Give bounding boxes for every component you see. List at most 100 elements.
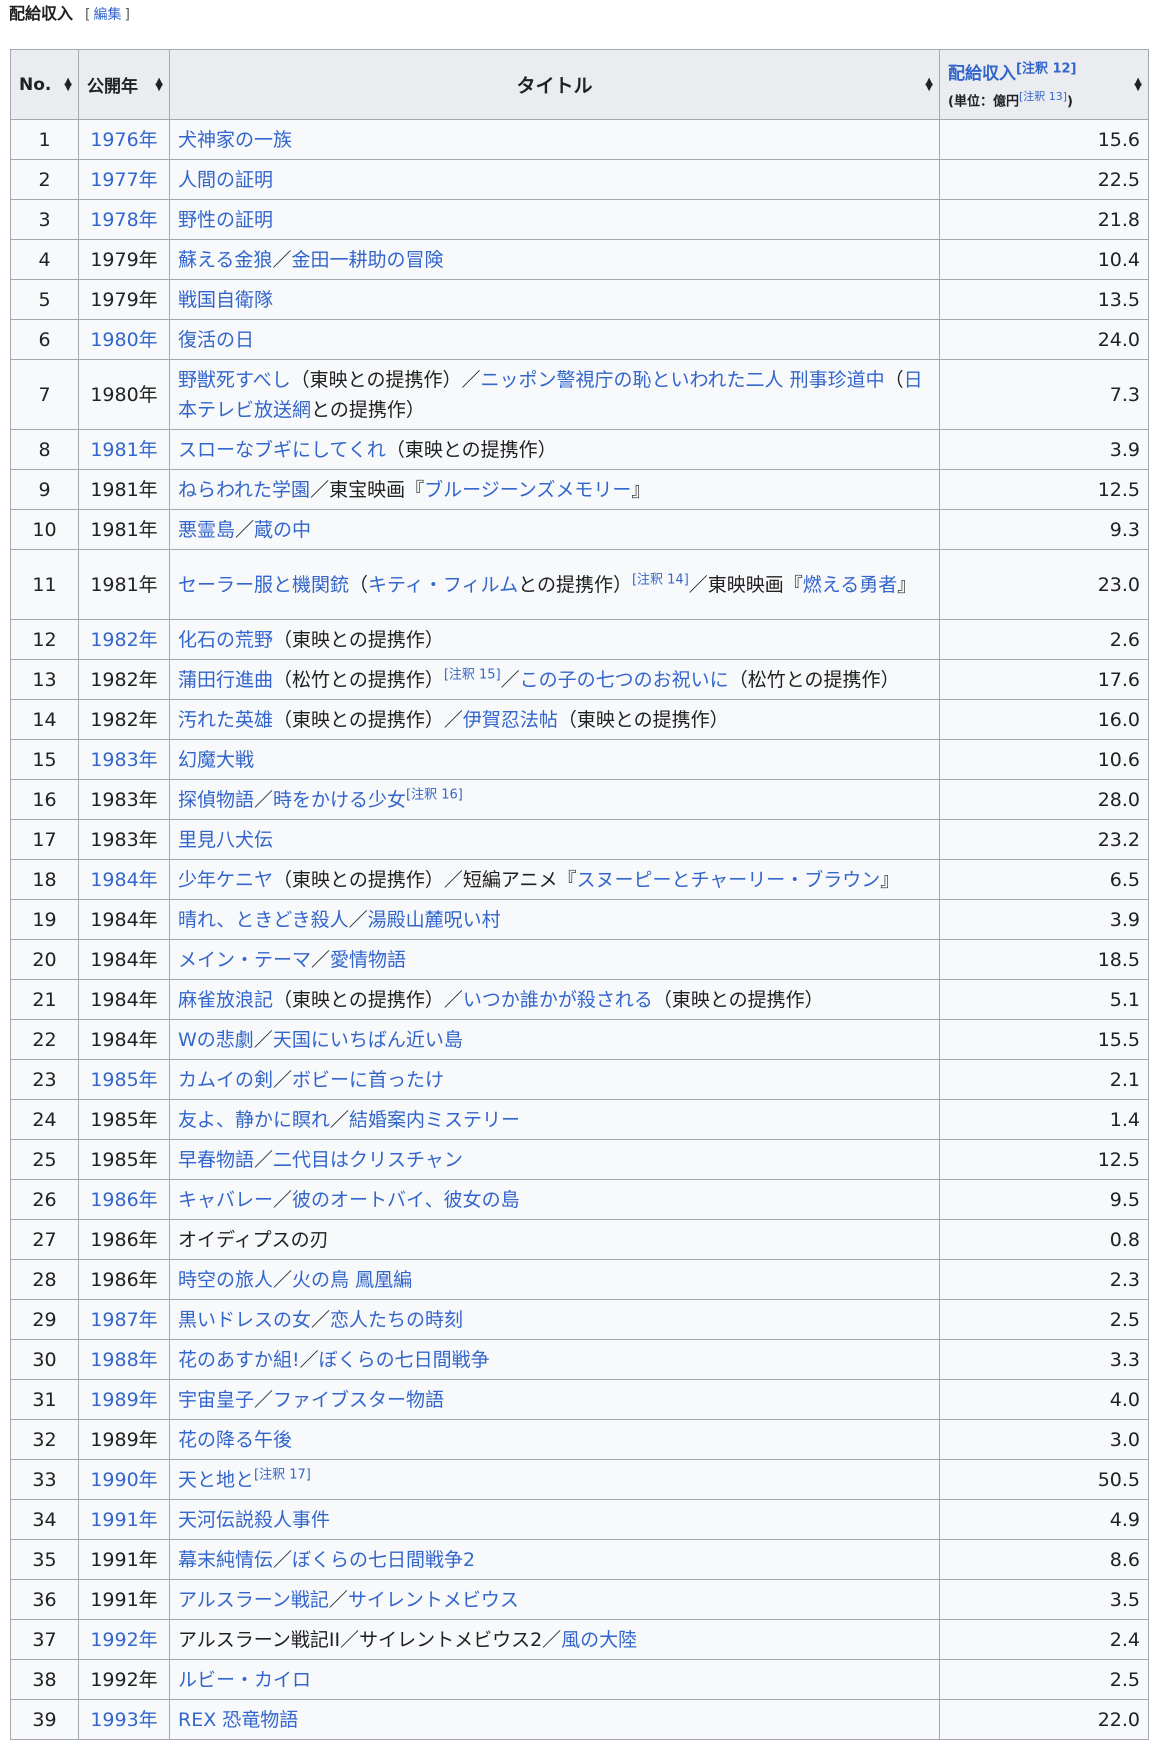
note-ref[interactable]: [注釈 16]: [406, 787, 463, 802]
year-link[interactable]: 1981年: [90, 439, 157, 461]
film-title-link[interactable]: この子の七つのお祝いに: [520, 669, 729, 691]
year-link[interactable]: 1987年: [90, 1309, 157, 1331]
film-title-link[interactable]: 化石の荒野: [178, 629, 273, 651]
film-title-link[interactable]: 汚れた英雄: [178, 709, 273, 731]
film-title-link[interactable]: 金田一耕助の冒険: [291, 249, 443, 271]
film-title-link[interactable]: 宇宙皇子: [178, 1389, 254, 1411]
film-title-link[interactable]: 天河伝説殺人事件: [178, 1509, 330, 1531]
row-number: 39: [10, 1699, 79, 1740]
note-ref[interactable]: [注釈 12]: [1016, 62, 1077, 77]
film-title-link[interactable]: 二代目はクリスチャン: [273, 1149, 463, 1171]
row-number: 31: [10, 1379, 79, 1420]
year-link[interactable]: 1982年: [90, 629, 157, 651]
year-link[interactable]: 1985年: [90, 1069, 157, 1091]
film-title-link[interactable]: 天国にいちばん近い島: [273, 1029, 463, 1051]
film-title-link[interactable]: 復活の日: [178, 329, 254, 351]
film-title-link[interactable]: いつか誰かが殺される: [463, 989, 653, 1011]
film-title-link[interactable]: 幻魔大戦: [178, 749, 254, 771]
year-link[interactable]: 1990年: [90, 1469, 157, 1491]
year-link[interactable]: 1983年: [90, 749, 157, 771]
film-title-link[interactable]: ねらわれた学園: [178, 479, 310, 501]
column-header-year[interactable]: 公開年 ▲ ▼: [78, 49, 170, 120]
film-title-link[interactable]: 里見八犬伝: [178, 829, 273, 851]
film-title-link[interactable]: 晴れ、ときどき殺人: [178, 909, 349, 931]
film-title-link[interactable]: キャバレー: [178, 1189, 273, 1211]
column-header-title[interactable]: タイトル ▲ ▼: [169, 49, 940, 120]
film-title-link[interactable]: 人間の証明: [178, 169, 273, 191]
year-link[interactable]: 1988年: [90, 1349, 157, 1371]
film-title-link[interactable]: 野獣死すべし: [178, 369, 291, 391]
film-title-link[interactable]: 伊賀忍法帖: [463, 709, 558, 731]
film-title-link[interactable]: ニッポン警視庁の恥といわれた二人 刑事珍道中: [480, 369, 884, 391]
year-link[interactable]: 1989年: [90, 1389, 157, 1411]
year-link[interactable]: 1991年: [90, 1509, 157, 1531]
film-title-link[interactable]: 風の大陸: [561, 1629, 637, 1651]
film-title-link[interactable]: ルビー・カイロ: [178, 1669, 311, 1691]
film-title-link[interactable]: 麻雀放浪記: [178, 989, 273, 1011]
film-title-link[interactable]: REX 恐竜物語: [178, 1709, 298, 1731]
film-title-link[interactable]: キティ・フィルム: [368, 574, 518, 596]
film-title-link[interactable]: 火の鳥 鳳凰編: [292, 1269, 412, 1291]
sort-icon[interactable]: ▲ ▼: [1134, 76, 1142, 92]
film-title-link[interactable]: 燃える勇者: [803, 574, 897, 596]
film-title-link[interactable]: カムイの剣: [178, 1069, 273, 1091]
revenue-value: 16.0: [939, 699, 1149, 740]
year-link[interactable]: 1976年: [90, 129, 157, 151]
film-title-link[interactable]: 湯殿山麓呪い村: [368, 909, 501, 931]
revenue-header-link[interactable]: 配給収入: [948, 64, 1016, 84]
note-ref[interactable]: [注釈 17]: [254, 1467, 311, 1482]
film-title-link[interactable]: ぼくらの七日間戦争: [319, 1349, 490, 1371]
film-title-link[interactable]: 天と地と: [178, 1469, 254, 1491]
year-link[interactable]: 1993年: [90, 1709, 157, 1731]
film-title-link[interactable]: 時空の旅人: [178, 1269, 273, 1291]
film-title-link[interactable]: 蒲田行進曲: [178, 669, 273, 691]
note-ref[interactable]: [注釈 14]: [632, 572, 689, 587]
film-title-link[interactable]: 早春物語: [178, 1149, 254, 1171]
film-title-link[interactable]: 蘇える金狼: [178, 249, 272, 271]
film-title-link[interactable]: ブルージーンズメモリー: [424, 479, 631, 501]
film-title-link[interactable]: 花のあすか組!: [178, 1349, 300, 1371]
film-title-link[interactable]: 黒いドレスの女: [178, 1309, 311, 1331]
film-title-link[interactable]: 悪霊島: [178, 519, 235, 541]
film-title-link[interactable]: 探偵物語: [178, 789, 254, 811]
film-title-link[interactable]: 花の降る午後: [178, 1429, 292, 1451]
film-title-link[interactable]: スヌーピーとチャーリー・ブラウン: [576, 869, 880, 891]
film-title-link[interactable]: 野性の証明: [178, 209, 273, 231]
film-title-link[interactable]: 恋人たちの時刻: [330, 1309, 463, 1331]
year-link[interactable]: 1977年: [90, 169, 157, 191]
film-title-link[interactable]: 幕末純情伝: [178, 1549, 273, 1571]
film-title-link[interactable]: 時をかける少女: [273, 789, 406, 811]
year-link[interactable]: 1978年: [90, 209, 157, 231]
revenue-value: 12.5: [939, 469, 1149, 510]
sort-icon[interactable]: ▲ ▼: [925, 76, 933, 92]
film-title-link[interactable]: Wの悲劇: [178, 1029, 254, 1051]
sort-icon[interactable]: ▲ ▼: [64, 76, 72, 92]
film-title-link[interactable]: ぼくらの七日間戦争2: [292, 1549, 475, 1571]
year-link[interactable]: 1984年: [90, 869, 157, 891]
column-header-no[interactable]: No. ▲ ▼: [10, 49, 79, 120]
film-title-link[interactable]: 蔵の中: [254, 519, 311, 541]
sort-icon[interactable]: ▲ ▼: [155, 76, 163, 92]
year-link[interactable]: 1992年: [90, 1629, 157, 1651]
film-title-link[interactable]: スローなブギにしてくれ: [178, 439, 386, 461]
film-title-link[interactable]: 友よ、静かに瞑れ: [178, 1109, 330, 1131]
column-header-revenue[interactable]: 配給収入[注釈 12] (単位：億円[注釈 13]) ▲ ▼: [939, 49, 1149, 120]
year-link[interactable]: 1986年: [90, 1189, 157, 1211]
film-title-link[interactable]: 結婚案内ミステリー: [349, 1109, 520, 1131]
film-title-link[interactable]: ボビーに首ったけ: [292, 1069, 444, 1091]
note-ref[interactable]: [注釈 15]: [444, 667, 501, 682]
film-title-link[interactable]: 愛情物語: [330, 949, 406, 971]
film-title-link[interactable]: アルスラーン戦記: [178, 1589, 329, 1611]
film-title-link[interactable]: ファイブスター物語: [273, 1389, 444, 1411]
film-title-link[interactable]: 犬神家の一族: [178, 129, 292, 151]
film-title-link[interactable]: 少年ケニヤ: [178, 869, 273, 891]
revenue-value: 2.1: [939, 1059, 1149, 1100]
year-link[interactable]: 1980年: [90, 329, 157, 351]
film-title-link[interactable]: サイレントメビウス: [348, 1589, 519, 1611]
edit-link[interactable]: 編集: [93, 7, 121, 23]
note-ref[interactable]: [注釈 13]: [1019, 90, 1067, 103]
film-title-link[interactable]: 戦国自衛隊: [178, 289, 273, 311]
film-title-link[interactable]: メイン・テーマ: [178, 949, 311, 971]
film-title-link[interactable]: セーラー服と機関銃: [178, 574, 349, 596]
film-title-link[interactable]: 彼のオートバイ、彼女の島: [292, 1189, 520, 1211]
